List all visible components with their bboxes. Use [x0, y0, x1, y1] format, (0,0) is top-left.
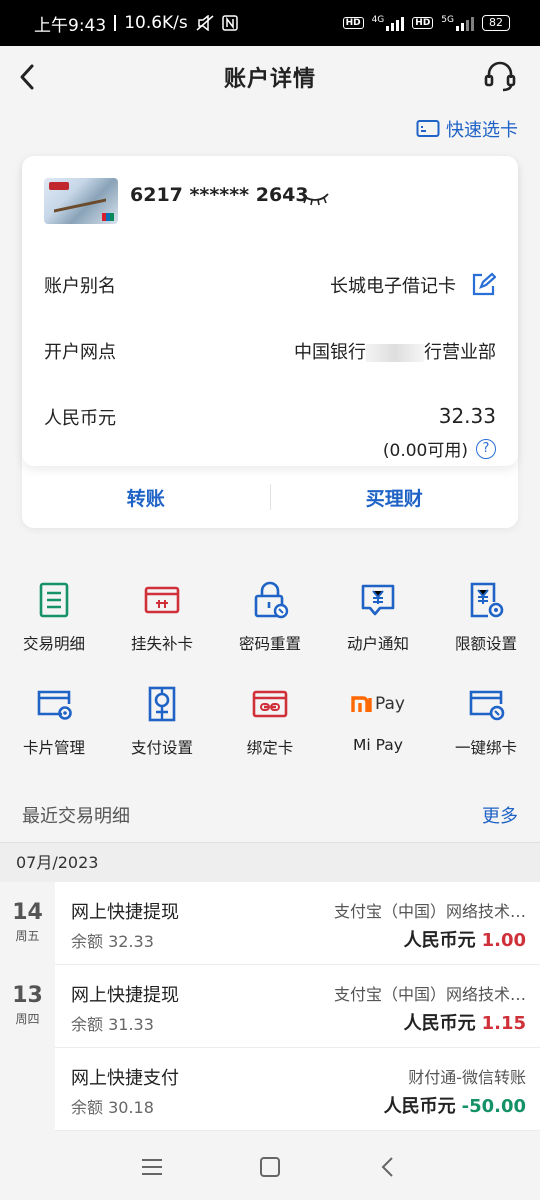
- service-mipay[interactable]: Pay Mi Pay: [324, 678, 432, 782]
- service-one-click-bind[interactable]: 一键绑卡: [432, 678, 540, 782]
- available-balance: (0.00可用) ?: [383, 436, 496, 461]
- card-switch-icon: [416, 120, 440, 137]
- account-notice-icon: [361, 584, 395, 616]
- service-password-reset[interactable]: 密码重置: [216, 574, 324, 678]
- transaction-list: 14 周五 13 周四 网上快捷提现 余额 32.33 支付宝（中国）网络技术……: [0, 882, 540, 1134]
- date-label: 13 周四: [12, 983, 43, 1026]
- currency-label: 人民币元: [44, 408, 116, 429]
- back-nav-icon[interactable]: [376, 1156, 400, 1178]
- headset-icon[interactable]: [482, 58, 518, 94]
- signal-icon: 4G: [372, 15, 405, 31]
- status-time: 上午9:43: [34, 15, 107, 36]
- transaction-amount: 人民币元 -50.00: [383, 1096, 526, 1117]
- service-card-manage[interactable]: 卡片管理: [0, 678, 108, 782]
- alias-value: 长城电子借记卡: [330, 276, 456, 297]
- card-manage-icon: [37, 690, 72, 720]
- branch-label: 开户网点: [44, 342, 116, 363]
- hd-badge-2: HD: [412, 17, 434, 29]
- nfc-icon: [222, 15, 238, 31]
- status-bar: 上午9:43 10.6K/s HD 4G HD 5G 82: [0, 0, 540, 46]
- more-link[interactable]: 更多: [482, 802, 518, 828]
- transaction-name: 网上快捷支付: [71, 1068, 179, 1089]
- branch-value: 中国银行 行营业部: [294, 342, 496, 363]
- alias-label: 账户别名: [44, 276, 116, 297]
- branch-row: 开户网点 中国银行 行营业部: [44, 338, 496, 364]
- hd-badge: HD: [342, 17, 364, 29]
- service-bind-card[interactable]: 绑定卡: [216, 678, 324, 782]
- currency-row: 人民币元: [44, 404, 496, 430]
- edit-icon[interactable]: [470, 272, 496, 298]
- date-label: 14 周五: [12, 900, 43, 943]
- payment-setting-icon: [148, 686, 176, 722]
- transaction-row[interactable]: 网上快捷支付 余额 30.18 财付通-微信转账 人民币元 -50.00: [55, 1048, 540, 1131]
- service-grid: 交易明细 挂失补卡 密码重置 动户通知 限额设置 卡片管理 支付设置 绑定卡 P…: [0, 574, 540, 782]
- transfer-button[interactable]: 转账: [22, 484, 270, 511]
- system-nav-bar: [0, 1134, 540, 1200]
- recent-transactions-header: 最近交易明细 更多: [22, 802, 518, 828]
- service-payment-setting[interactable]: 支付设置: [108, 678, 216, 782]
- transaction-party: 财付通-微信转账: [408, 1068, 526, 1087]
- back-icon[interactable]: [14, 60, 44, 94]
- date-column: 14 周五 13 周四: [0, 882, 55, 1134]
- transaction-party: 支付宝（中国）网络技术…: [333, 902, 526, 921]
- service-account-notice[interactable]: 动户通知: [324, 574, 432, 678]
- battery-icon: 82: [482, 15, 510, 31]
- available-text: (0.00可用): [382, 441, 468, 461]
- transaction-balance: 余额 32.33: [71, 932, 154, 951]
- password-reset-icon: [254, 581, 289, 619]
- one-click-bind-icon: [469, 690, 505, 721]
- transaction-party: 支付宝（中国）网络技术…: [333, 985, 526, 1004]
- menu-icon[interactable]: [140, 1156, 164, 1178]
- card-actions: 转账 买理财: [22, 466, 518, 528]
- transaction-name: 网上快捷提现: [71, 902, 179, 923]
- quick-select-card[interactable]: 快速选卡: [416, 116, 518, 142]
- page-title: 账户详情: [223, 67, 316, 92]
- limit-setting-icon: [470, 582, 504, 618]
- alias-row: 账户别名 长城电子借记卡: [44, 272, 496, 298]
- transaction-balance: 余额 31.33: [71, 1015, 154, 1034]
- eye-closed-icon[interactable]: [300, 190, 330, 206]
- transaction-row[interactable]: 网上快捷提现 余额 31.33 支付宝（中国）网络技术… 人民币元 1.15: [55, 965, 540, 1048]
- network-speed: 10.6K/s: [124, 13, 188, 33]
- account-card-detail: 6217 ****** 2643 账户别名 长城电子借记卡 开户网点 中国银行行…: [22, 156, 518, 466]
- transaction-amount: 人民币元 1.15: [403, 1013, 526, 1034]
- bank-logo-icon: [49, 182, 69, 190]
- mute-icon: [196, 15, 214, 31]
- help-icon[interactable]: ?: [476, 438, 496, 459]
- card-number: 6217 ****** 2643: [130, 184, 309, 206]
- service-limit-setting[interactable]: 限额设置: [432, 574, 540, 678]
- service-transaction-detail[interactable]: 交易明细: [0, 574, 108, 678]
- recent-title: 最近交易明细: [22, 806, 130, 827]
- service-report-loss[interactable]: 挂失补卡: [108, 574, 216, 678]
- transaction-row[interactable]: 网上快捷提现 余额 32.33 支付宝（中国）网络技术… 人民币元 1.00: [55, 882, 540, 965]
- account-card: 6217 ****** 2643 账户别名 长城电子借记卡 开户网点 中国银行行…: [22, 156, 518, 528]
- transaction-balance: 余额 30.18: [71, 1098, 154, 1117]
- signal-icon-2: 5G: [441, 15, 474, 31]
- report-loss-icon: [144, 586, 180, 614]
- mipay-icon: Pay: [350, 684, 406, 724]
- month-header: 07月/2023: [0, 842, 540, 882]
- redacted-area: [366, 344, 424, 362]
- buy-finance-button[interactable]: 买理财: [271, 484, 519, 511]
- balance-amount: 32.33: [438, 404, 496, 428]
- home-icon[interactable]: [258, 1156, 282, 1178]
- quick-select-label: 快速选卡: [446, 120, 518, 141]
- top-bar: 账户详情: [0, 46, 540, 108]
- unionpay-icon: [102, 213, 114, 221]
- bind-card-icon: [252, 690, 288, 718]
- bank-card-thumbnail: [44, 178, 118, 224]
- transaction-detail-icon: [39, 582, 69, 618]
- transaction-amount: 人民币元 1.00: [403, 930, 526, 951]
- transaction-name: 网上快捷提现: [71, 985, 179, 1006]
